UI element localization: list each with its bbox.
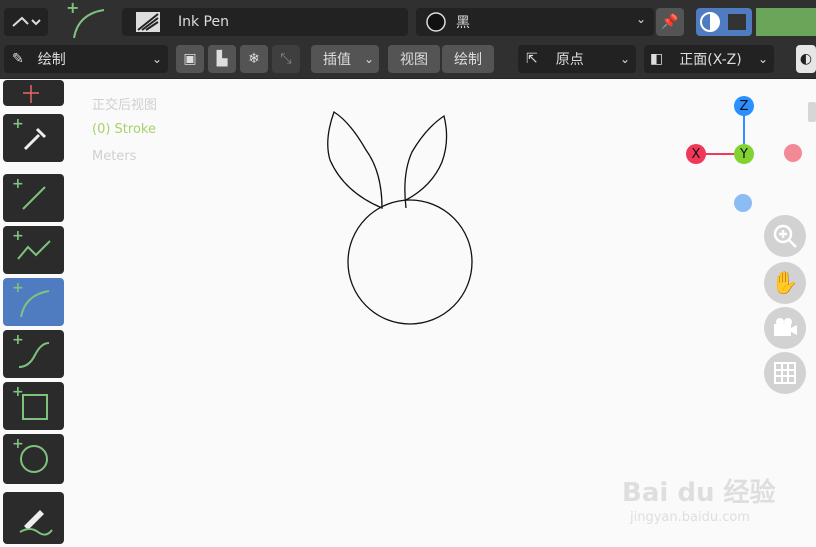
mode-label: 绘制: [37, 52, 66, 68]
snowflake-icon: ❄: [248, 51, 260, 67]
units-label: Meters: [92, 149, 137, 164]
material-name: 黑: [456, 15, 470, 31]
tool-annotate[interactable]: [3, 492, 64, 544]
gizmo-neg-z[interactable]: [734, 194, 752, 212]
gizmo-y-axis[interactable]: Y: [734, 144, 754, 164]
rabbit-drawing: [327, 111, 473, 325]
material-sphere-icon: [426, 12, 446, 32]
stroke-placement-button[interactable]: ◐: [796, 45, 816, 73]
multiframe-button[interactable]: ▣: [176, 45, 204, 73]
tool-box[interactable]: +: [3, 382, 64, 430]
curve-edit-icon: ⤡: [280, 51, 292, 67]
interpolate-dropdown[interactable]: 插值 ⌄: [311, 45, 379, 73]
mode-dropdown[interactable]: ✎ 绘制 ⌄: [4, 45, 168, 73]
placement-icon: ◐: [799, 51, 813, 67]
chevron-down-icon: ⌄: [757, 52, 768, 66]
origin-dropdown[interactable]: ⇱ 原点 ⌄: [518, 45, 636, 73]
autoclean-button[interactable]: ▙: [208, 45, 236, 73]
header-bar: + Ink Pen 黑 ⌄ 📌: [0, 0, 816, 40]
origin-icon: ⇱: [526, 51, 538, 67]
viewport-3d[interactable]: 正交后视图 (0) Stroke Meters Z X Y ✋ Bai du 经…: [66, 80, 816, 547]
gizmo-neg-x[interactable]: [784, 144, 802, 162]
view-menu-label: 视图: [400, 52, 428, 68]
curve-edit-button[interactable]: ⤡: [272, 45, 300, 73]
rabbit-right-ear: [404, 114, 448, 209]
hand-icon: ✋: [771, 270, 799, 296]
sidebar-toggle[interactable]: [808, 102, 816, 122]
freeze-button[interactable]: ❄: [240, 45, 268, 73]
chevron-down-icon: ⌄: [619, 52, 630, 66]
grease-pencil-mode-icon: [12, 16, 41, 27]
object-info: (0) Stroke: [92, 122, 156, 137]
navigation-gizmo[interactable]: Z X Y: [680, 96, 802, 212]
tool-curve[interactable]: +: [3, 330, 64, 378]
chevron-down-icon: ⌄: [363, 52, 374, 66]
editor-type-dropdown[interactable]: [4, 8, 48, 36]
annotate-icon: [18, 510, 53, 536]
view-name: 正交后视图: [92, 98, 158, 113]
camera-icon: [774, 318, 797, 336]
gizmo-z-axis[interactable]: Z: [734, 96, 754, 116]
view-menu[interactable]: 视图: [388, 45, 440, 73]
arc-tool-icon[interactable]: +: [60, 0, 112, 40]
tool-eyedropper[interactable]: +: [3, 114, 64, 162]
shading-button[interactable]: [756, 8, 816, 36]
pencil-icon: ✎: [12, 51, 24, 67]
origin-label: 原点: [555, 52, 584, 68]
watermark-brand: Bai du 经验: [622, 478, 776, 508]
tool-line[interactable]: +: [3, 174, 64, 222]
plane-icon: ◧: [650, 51, 664, 67]
rabbit-head: [347, 199, 473, 325]
view-orientation-dropdown[interactable]: ◧ 正面(X-Z) ⌄: [644, 45, 774, 73]
brush-name: Ink Pen: [178, 14, 229, 30]
draw-menu[interactable]: 绘制: [442, 45, 494, 73]
x-label: X: [691, 146, 701, 162]
pan-button[interactable]: ✋: [764, 262, 806, 304]
watermark-url: jingyan.baidu.com: [630, 510, 750, 525]
cursor-icon: [22, 85, 39, 103]
pin-button[interactable]: 📌: [656, 8, 684, 36]
gizmo-x-axis[interactable]: X: [686, 144, 706, 164]
chevron-down-icon: ⌄: [151, 52, 162, 66]
frame-icon: ▣: [183, 51, 197, 67]
interpolate-label: 插值: [323, 52, 351, 68]
draw-menu-label: 绘制: [454, 52, 482, 68]
tool-shelf: + + + + + + +: [0, 80, 74, 547]
zoom-button[interactable]: [764, 215, 806, 257]
pin-icon: 📌: [661, 14, 679, 30]
ortho-toggle-button[interactable]: [764, 352, 806, 394]
brush-clean-icon: ▙: [216, 51, 228, 67]
chevron-down-icon: ⌄: [635, 12, 646, 26]
tool-cursor[interactable]: [3, 80, 64, 106]
brush-icon: [136, 12, 160, 32]
camera-button[interactable]: [764, 307, 806, 349]
tool-circle[interactable]: +: [3, 434, 64, 484]
view-orient-label: 正面(X-Z): [679, 52, 742, 68]
overlay-icon: [700, 12, 746, 32]
tool-settings-bar: ✎ 绘制 ⌄ ▣ ▙ ❄ ⤡ 插值 ⌄ 视图 绘制 ⇱ 原点 ⌄ ◧ 正面(X-…: [0, 40, 816, 79]
rabbit-left-ear: [327, 111, 383, 209]
overlay-toggle[interactable]: [696, 8, 752, 36]
grid-icon: [774, 362, 796, 384]
material-selector[interactable]: 黑 ⌄: [416, 8, 654, 36]
tool-arc[interactable]: +: [3, 278, 64, 326]
y-label: Y: [740, 146, 748, 162]
brush-selector[interactable]: Ink Pen: [122, 8, 408, 36]
tool-polyline[interactable]: +: [3, 226, 64, 274]
z-label: Z: [739, 98, 749, 114]
zoom-icon: [773, 224, 797, 248]
